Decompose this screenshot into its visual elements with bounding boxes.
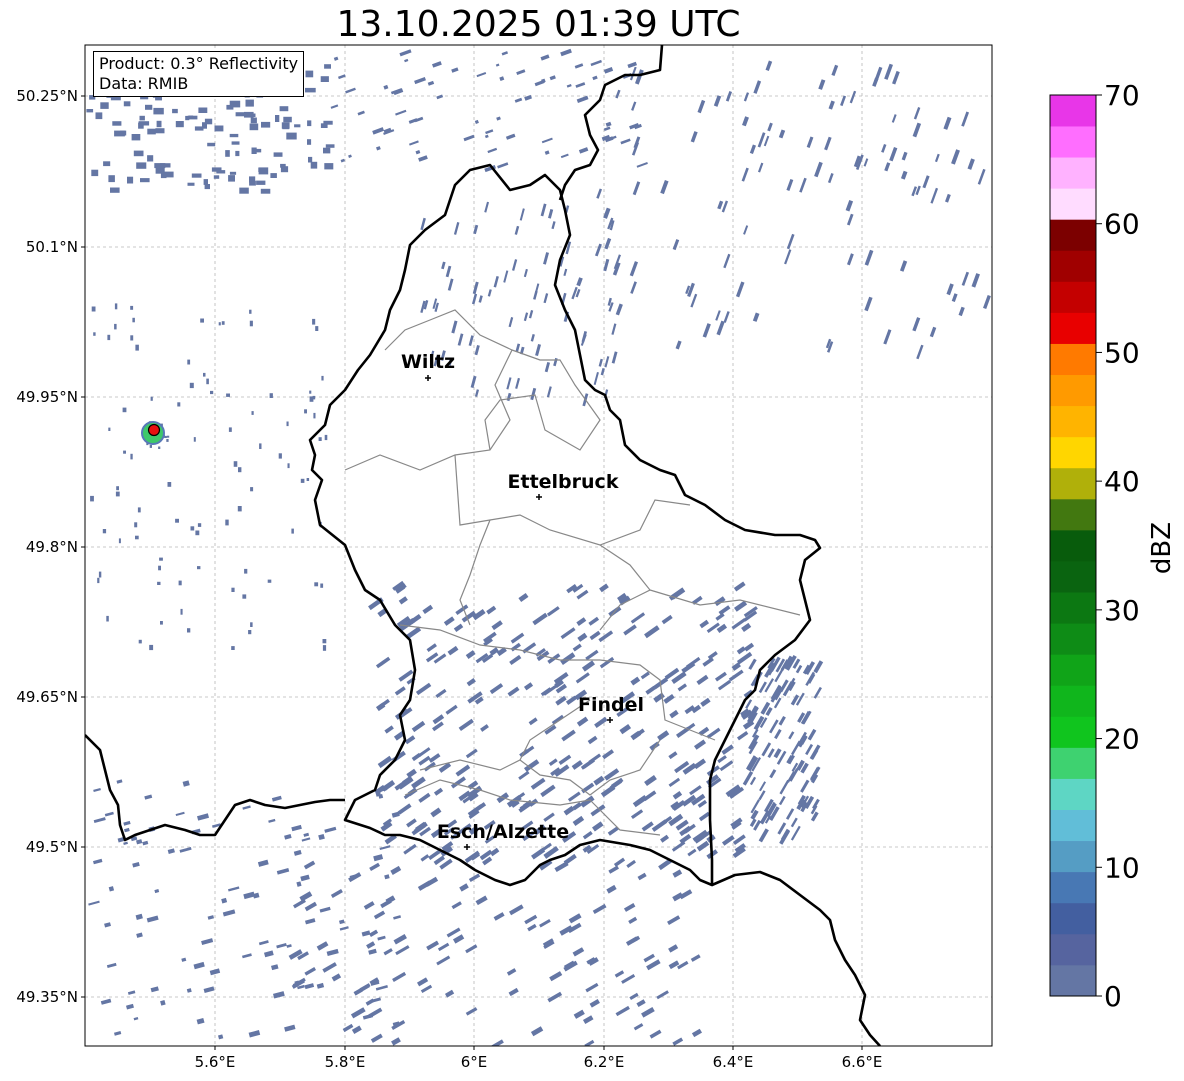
colorbar-cell	[1050, 623, 1096, 655]
colorbar-tick-label: 70	[1104, 79, 1140, 112]
colorbar-cell	[1050, 871, 1096, 904]
colorbar: 0 10 20 30 40 50 60 70 dBZ	[1049, 79, 1177, 1013]
colorbar-cell	[1050, 840, 1096, 873]
colorbar-tick-label: 0	[1104, 980, 1122, 1013]
colorbar-cell	[1050, 405, 1096, 438]
colorbar-cell	[1050, 467, 1096, 500]
colorbar-tick-label: 50	[1104, 336, 1140, 369]
colorbar-cell	[1050, 219, 1096, 251]
colorbar-cell	[1050, 933, 1096, 966]
colorbar-cell	[1050, 964, 1096, 997]
colorbar-cell	[1050, 312, 1096, 344]
colorbar-tick-label: 60	[1104, 208, 1140, 241]
colorbar-cell	[1050, 95, 1096, 127]
colorbar-cell	[1050, 561, 1096, 593]
colorbar-ticks: 0 10 20 30 40 50 60 70	[1096, 79, 1140, 1013]
colorbar-cell	[1050, 778, 1096, 810]
colorbar-label: dBZ	[1147, 522, 1177, 574]
colorbar-cell	[1050, 374, 1096, 407]
colorbar-cell	[1050, 126, 1096, 158]
colorbar-tick-label: 30	[1104, 594, 1140, 627]
colorbar-cells	[1050, 95, 1096, 997]
colorbar-cell	[1050, 809, 1096, 842]
colorbar-cell	[1050, 747, 1096, 779]
colorbar-cell	[1050, 716, 1096, 748]
colorbar-cell	[1050, 157, 1096, 189]
colorbar-cell	[1050, 436, 1096, 469]
colorbar-cell	[1050, 529, 1096, 562]
colorbar-cell	[1050, 188, 1096, 220]
colorbar-tick-label: 40	[1104, 465, 1140, 498]
colorbar-cell	[1050, 592, 1096, 624]
colorbar-cell	[1050, 654, 1096, 686]
colorbar-tick-label: 10	[1104, 851, 1140, 884]
colorbar-cell	[1050, 281, 1096, 313]
colorbar-tick-label: 20	[1104, 723, 1140, 756]
colorbar-cell	[1050, 685, 1096, 717]
colorbar-cell	[1050, 343, 1096, 376]
colorbar-cell	[1050, 250, 1096, 282]
colorbar-cell	[1050, 902, 1096, 935]
colorbar-cell	[1050, 498, 1096, 531]
